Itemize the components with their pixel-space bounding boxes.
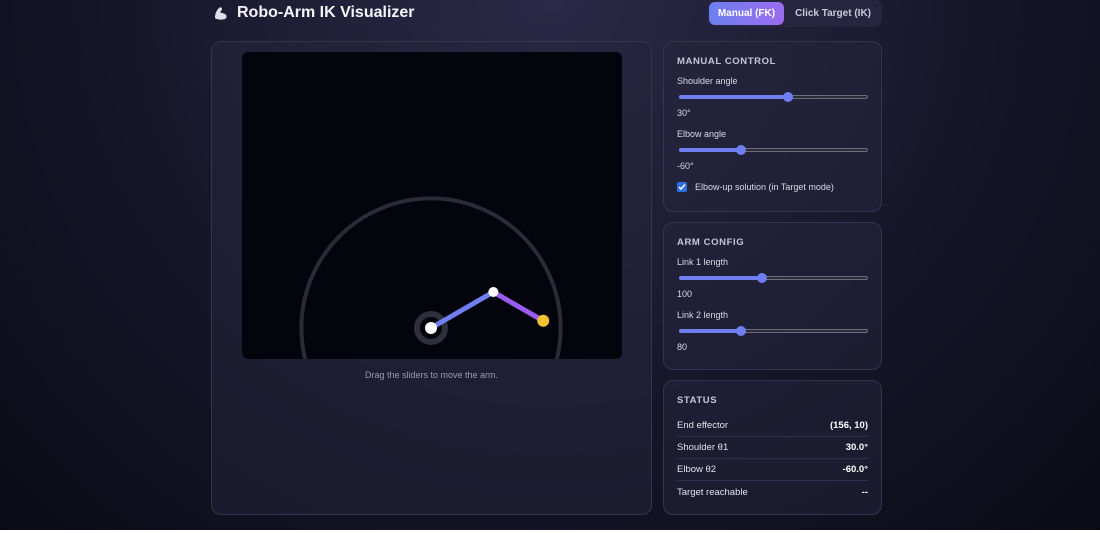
app-title-text: Robo-Arm IK Visualizer bbox=[237, 4, 415, 21]
canvas-hint: Drag the sliders to move the arm. bbox=[364, 370, 499, 380]
link1-length-label: Link 1 length bbox=[677, 257, 729, 267]
slider-fill bbox=[679, 276, 763, 280]
elbow-up-label: Elbow-up solution (in Target mode) bbox=[695, 182, 834, 192]
shoulder-angle-value: 30° bbox=[677, 108, 691, 118]
checkmark-icon bbox=[678, 184, 686, 191]
elbow-up-option[interactable]: Elbow-up solution (in Target mode) bbox=[677, 182, 868, 192]
slider-fill bbox=[679, 329, 742, 333]
status-label: Target reachable bbox=[677, 486, 748, 498]
slider-thumb[interactable] bbox=[783, 92, 794, 102]
elbow-up-checkbox[interactable] bbox=[677, 182, 687, 192]
status-label: End effector bbox=[677, 420, 729, 431]
slider-thumb[interactable] bbox=[736, 326, 747, 336]
reach-circle bbox=[299, 196, 563, 359]
slider-fill bbox=[679, 148, 742, 152]
link2-length-slider[interactable] bbox=[677, 323, 868, 339]
status-card: STATUS End effector (156, 10) Shoulder θ… bbox=[663, 380, 882, 515]
app-header: Robo-Arm IK Visualizer Manual (FK) Click… bbox=[212, 0, 882, 27]
elbow-angle-value: -60° bbox=[677, 161, 694, 171]
shoulder-angle-slider[interactable] bbox=[677, 89, 868, 105]
arm-canvas[interactable] bbox=[242, 52, 622, 359]
status-label: Shoulder θ1 bbox=[677, 442, 729, 453]
status-row-shoulder: Shoulder θ1 30.0° bbox=[677, 437, 868, 459]
status-row-reachable: Target reachable -- bbox=[677, 481, 868, 503]
app-title: Robo-Arm IK Visualizer bbox=[212, 4, 415, 22]
manual-fk-button[interactable]: Manual (FK) bbox=[708, 1, 785, 25]
end-effector bbox=[537, 314, 550, 327]
status-title: STATUS bbox=[677, 395, 718, 406]
status-value: 30.0° bbox=[845, 442, 868, 453]
shoulder-angle-label: Shoulder angle bbox=[677, 76, 738, 86]
link2-length-label: Link 2 length bbox=[677, 310, 729, 320]
base-joint bbox=[425, 322, 437, 334]
link2-length-value: 80 bbox=[677, 342, 688, 352]
status-value: (156, 10) bbox=[829, 420, 868, 431]
manual-control-card: MANUAL CONTROL Shoulder angle 30° Elbow … bbox=[663, 41, 882, 212]
slider-fill bbox=[679, 95, 789, 99]
elbow-angle-label: Elbow angle bbox=[677, 129, 727, 139]
manual-control-title: MANUAL CONTROL bbox=[677, 56, 776, 67]
arm-config-card: ARM CONFIG Link 1 length 100 Link 2 leng… bbox=[663, 222, 882, 370]
slider-thumb[interactable] bbox=[736, 145, 747, 155]
link-1 bbox=[428, 289, 496, 331]
click-target-ik-button[interactable]: Click Target (IK) bbox=[786, 2, 880, 25]
mode-toggle: Manual (FK) Click Target (IK) bbox=[706, 0, 882, 27]
arm-config-title: ARM CONFIG bbox=[677, 237, 745, 248]
link-2 bbox=[490, 289, 546, 324]
status-value: -60.0° bbox=[842, 464, 868, 475]
slider-thumb[interactable] bbox=[757, 273, 768, 283]
link1-length-slider[interactable] bbox=[677, 270, 868, 286]
status-row-end-effector: End effector (156, 10) bbox=[677, 415, 868, 437]
elbow-angle-slider[interactable] bbox=[677, 142, 868, 158]
status-value: -- bbox=[861, 486, 868, 498]
status-row-elbow: Elbow θ2 -60.0° bbox=[677, 459, 868, 481]
flexed-biceps-icon bbox=[215, 7, 227, 20]
canvas-panel: Drag the sliders to move the arm. bbox=[211, 41, 652, 515]
status-label: Elbow θ2 bbox=[677, 464, 717, 475]
elbow-joint bbox=[488, 287, 499, 297]
arm-viewport[interactable] bbox=[242, 52, 622, 359]
link1-length-value: 100 bbox=[677, 289, 693, 299]
